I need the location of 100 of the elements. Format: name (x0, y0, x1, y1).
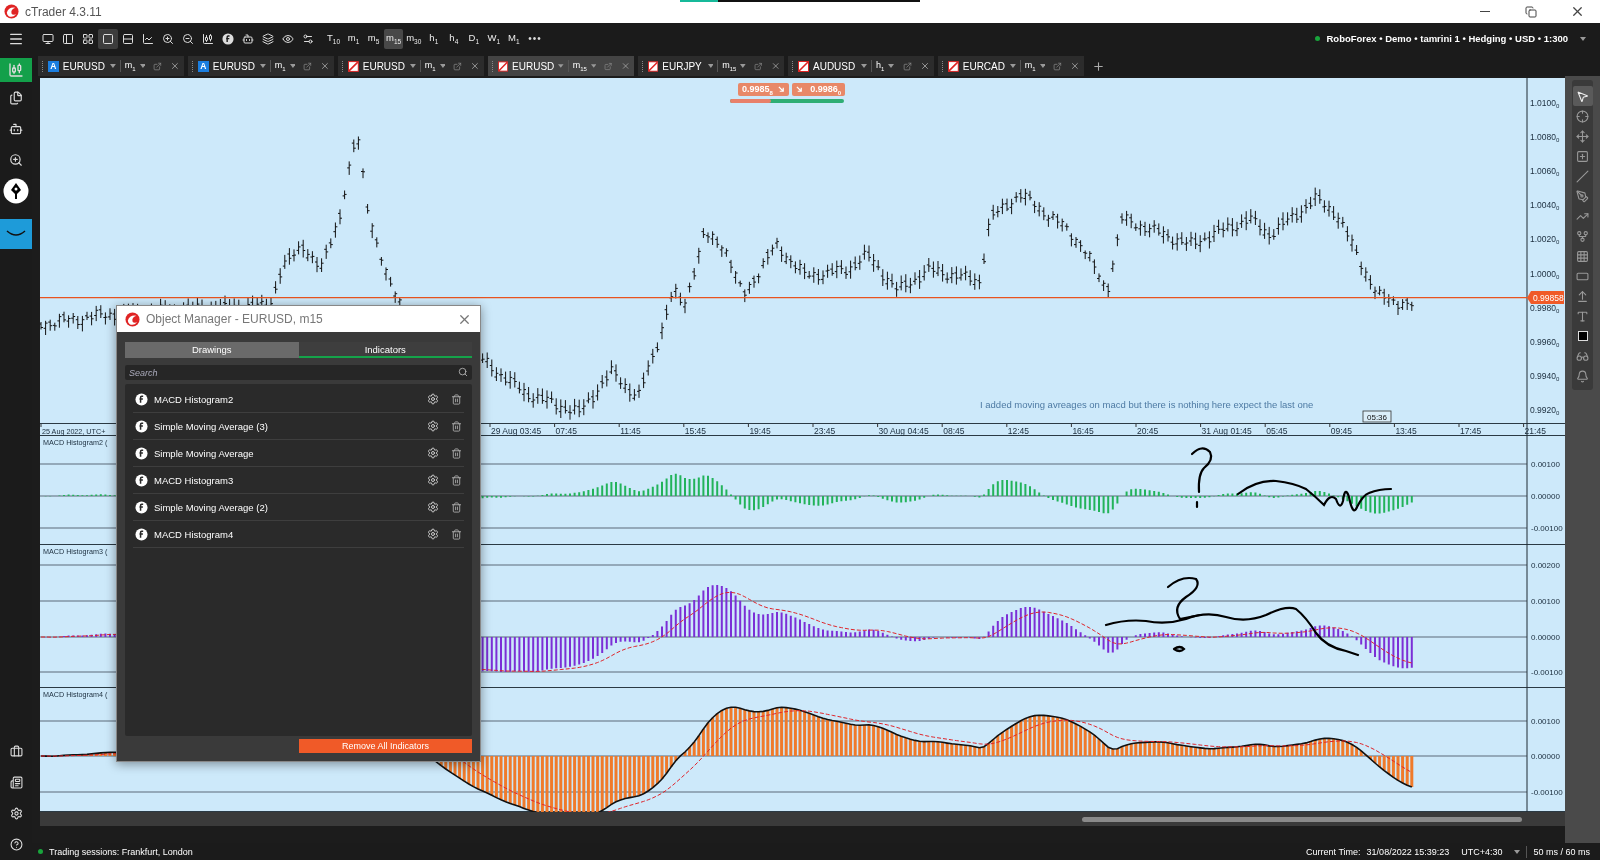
dialog-tab[interactable]: Indicators (298, 342, 472, 358)
caret-icon (861, 64, 867, 68)
timeframe-label: m$_{15}$ (572, 60, 587, 72)
trash-icon[interactable] (451, 528, 462, 540)
time-axis-label: 29 Aug 03:45 (491, 425, 542, 436)
symbol-label: EURUSD (512, 60, 555, 72)
trash-icon[interactable] (451, 501, 462, 513)
time-axis-label: 07:45 (555, 425, 577, 436)
symbol-label: AUDUSD (813, 60, 857, 72)
settings-icon[interactable] (427, 420, 439, 432)
search-icon (458, 367, 468, 377)
caret-icon (1580, 36, 1586, 41)
scrollbar-thumb[interactable] (1082, 816, 1522, 822)
indicator-name: Simple Moving Average (2) (154, 501, 269, 513)
toolbar-button[interactable] (98, 28, 118, 49)
price-axis-label: 1.0020$_{0}$ (1530, 234, 1560, 246)
app-logo (4, 4, 19, 19)
settings-icon[interactable] (427, 501, 439, 513)
timeframe-button[interactable]: M$_{1}$ (504, 28, 524, 49)
timeframe-button[interactable]: m$_{30}$ (404, 28, 424, 49)
time-axis-label: 13:45 (1395, 425, 1417, 436)
close-icon[interactable] (770, 61, 780, 71)
trading-sessions: Trading sessions: Frankfurt, London (49, 846, 193, 857)
indicator-icon (135, 527, 148, 541)
time-axis-label: 30 Aug 04:45 (878, 425, 929, 436)
text-icon (1576, 309, 1589, 323)
indicator-row[interactable]: MACD Histogram2 (133, 386, 464, 413)
timeframe-label: m$_{1}$ (1024, 60, 1036, 72)
symbol-flag-icon (497, 60, 509, 72)
price-axis-label: 0.9960$_{0}$ (1530, 336, 1560, 348)
pop-out-icon[interactable] (754, 61, 763, 71)
chart-tab[interactable]: EURJPY m$_{15}$ (638, 56, 784, 76)
search-field[interactable]: Search (125, 365, 472, 380)
indicator-row[interactable]: Simple Moving Average (2) (133, 494, 464, 521)
indicator-icon (135, 500, 148, 514)
chart-tab[interactable]: A EURUSD m$_{1}$ (188, 56, 334, 76)
indicator-row[interactable]: Simple Moving Average (133, 440, 464, 467)
timeframe-button[interactable]: m$_{15}$ (384, 28, 404, 49)
timeframe-button[interactable]: m$_{5}$ (364, 28, 383, 49)
trash-icon[interactable] (451, 474, 462, 486)
time-axis-label: 23:45 (814, 425, 836, 436)
caret-icon (740, 64, 747, 68)
briefcase-icon (9, 745, 23, 758)
settings-icon[interactable] (427, 474, 439, 486)
timeframe-button[interactable]: W$_{1}$ (484, 28, 504, 49)
pop-out-icon[interactable] (153, 61, 163, 71)
indicator-row[interactable]: Simple Moving Average (3) (133, 413, 464, 440)
chart-tab[interactable]: AUDUSD h$_{1}$ (788, 56, 934, 76)
glasses-icon (1576, 349, 1589, 363)
chart-tab[interactable]: EURUSD m$_{1}$ (338, 56, 484, 76)
symbol-badge: A (198, 60, 209, 72)
dialog-tab[interactable]: Drawings (125, 342, 299, 358)
caret-icon (590, 64, 597, 68)
chart-tab[interactable]: A EURUSD m$_{1}$ (38, 56, 184, 76)
trash-icon[interactable] (451, 420, 462, 432)
pop-out-icon[interactable] (1053, 61, 1063, 71)
caret-icon (409, 64, 416, 68)
close-icon[interactable] (320, 61, 330, 71)
close-icon[interactable] (920, 61, 930, 71)
pop-out-icon[interactable] (903, 61, 912, 71)
price-axis-label: 0.9980$_{0}$ (1530, 302, 1560, 314)
close-icon[interactable] (1070, 61, 1080, 71)
timeframe-button[interactable]: m$_{1}$ (344, 28, 363, 49)
fork-icon (1576, 229, 1589, 243)
pen-icon (1576, 189, 1589, 203)
more-button[interactable]: ••• (528, 33, 542, 44)
timeframe-label: m$_{1}$ (424, 60, 436, 72)
timeframe-button[interactable]: h$_{1}$ (424, 28, 444, 49)
candlestick-icon (8, 62, 24, 78)
timeframe-label: h$_{1}$ (876, 60, 885, 72)
timeframe-button[interactable]: D$_{1}$ (464, 28, 484, 49)
symbol-flag-icon (348, 60, 359, 72)
timezone-selector[interactable]: UTC+4:30 (1461, 846, 1503, 857)
trash-icon[interactable] (451, 393, 462, 405)
settings-icon[interactable] (427, 447, 439, 459)
tool-button[interactable] (1572, 86, 1593, 106)
monitor-icon (42, 32, 54, 45)
pop-out-icon[interactable] (453, 61, 463, 71)
trash-icon[interactable] (451, 447, 462, 459)
time-axis-label: 05:45 (1266, 425, 1288, 436)
chart-tab[interactable]: EURCAD m$_{1}$ (938, 56, 1084, 76)
value-axis-label: -0.00100 (1531, 788, 1563, 797)
caret-icon (439, 64, 446, 68)
symbol-label: EURUSD (212, 60, 256, 72)
account-info[interactable]: RoboForex • Demo • tamrini 1 • Hedging • USD • 1:300 (1326, 33, 1568, 44)
timeframe-button[interactable]: T$_{10}$ (324, 28, 343, 49)
caret-icon (109, 64, 116, 68)
indicator-row[interactable]: MACD Histogram3 (133, 467, 464, 494)
pop-out-icon[interactable] (303, 61, 313, 71)
panel-icon (62, 32, 74, 45)
indicator-row[interactable]: MACD Histogram4 (133, 521, 464, 548)
indicator-icon (135, 446, 148, 460)
timeframe-button[interactable]: h$_{4}$ (444, 28, 464, 49)
settings-icon[interactable] (427, 393, 439, 405)
color-swatch-icon (1577, 331, 1588, 341)
close-icon[interactable] (470, 61, 480, 71)
value-axis-label: 0.00000 (1531, 633, 1560, 642)
grid-layout-icon (82, 32, 94, 45)
settings-icon[interactable] (427, 528, 439, 540)
close-icon[interactable] (170, 61, 180, 71)
